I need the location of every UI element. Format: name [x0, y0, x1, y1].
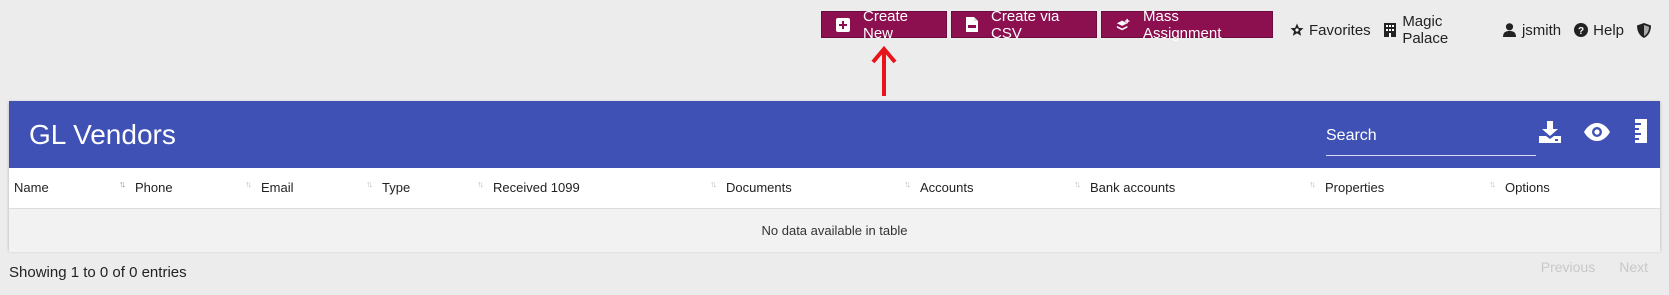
svg-text:?: ? [1578, 26, 1584, 37]
column-ruler-icon[interactable] [1635, 119, 1647, 148]
search-input[interactable] [1326, 121, 1526, 145]
sort-icon: ↑↓ [477, 179, 484, 189]
column-header-name[interactable]: Name ↑↓ [9, 168, 130, 209]
table-header-row: Name ↑↓ Phone ↑↓ Email ↑↓ Type ↑↓ Received 1… [9, 168, 1660, 209]
column-header-received-1099[interactable]: Received 1099 ↑↓ [488, 168, 721, 209]
star-icon [1290, 23, 1304, 37]
favorites-link[interactable]: Favorites [1290, 22, 1371, 39]
sort-icon: ↑↓ [710, 179, 717, 189]
property-label: Magic Palace [1402, 13, 1449, 47]
column-header-phone[interactable]: Phone ↑↓ [130, 168, 256, 209]
column-header-bank-accounts[interactable]: Bank accounts ↑↓ [1085, 168, 1320, 209]
layers-plus-icon [1116, 18, 1130, 32]
search-field [1326, 121, 1536, 156]
column-header-properties[interactable]: Properties ↑↓ [1320, 168, 1500, 209]
csv-file-icon [966, 17, 978, 32]
eye-icon[interactable] [1584, 123, 1610, 146]
favorites-label: Favorites [1309, 21, 1371, 39]
security-menu[interactable] [1637, 23, 1656, 38]
sort-icon: ↑↓ [1074, 179, 1081, 189]
user-menu[interactable]: jsmith [1502, 21, 1562, 39]
download-icon[interactable] [1539, 121, 1561, 148]
column-header-options: Options [1500, 168, 1660, 209]
column-header-documents[interactable]: Documents ↑↓ [721, 168, 915, 209]
action-toolbar: Create New Create via CSV Mass Assignmen… [821, 8, 1277, 42]
column-header-accounts[interactable]: Accounts ↑↓ [915, 168, 1085, 209]
gl-vendors-card: GL Vendors Name↑↓ Phone↑↓ Email↑↓ Type↑↓… [9, 101, 1660, 252]
shield-icon [1637, 23, 1651, 38]
sort-icon: ↑↓ [904, 179, 911, 189]
help-circle-icon: ? [1574, 23, 1589, 37]
next-page-button[interactable]: Next [1619, 259, 1648, 275]
pagination: Previous Next [1517, 259, 1648, 275]
sort-icon: ↑↓ [1309, 179, 1316, 189]
mass-assignment-button[interactable]: Mass Assignment [1101, 8, 1273, 42]
sort-icon: ↑↓ [245, 179, 252, 189]
sort-icon: ↑↓ [366, 179, 373, 189]
mass-assignment-label: Mass Assignment [1143, 7, 1222, 42]
table-row: No data available in table [9, 208, 1660, 252]
table-info: Showing 1 to 0 of 0 entries [9, 264, 187, 281]
building-icon [1383, 23, 1398, 37]
top-navigation: Favorites Magic Palace jsmith ? Help [1290, 13, 1669, 47]
create-via-csv-button[interactable]: Create via CSV [951, 8, 1097, 42]
plus-square-icon [836, 17, 850, 32]
sort-icon: ↑↓ [1489, 179, 1496, 189]
create-via-csv-label: Create via CSV [991, 7, 1060, 42]
column-header-email[interactable]: Email ↑↓ [256, 168, 377, 209]
up-arrow-annotation [871, 46, 897, 96]
help-link[interactable]: ? Help [1574, 22, 1624, 39]
column-header-type[interactable]: Type ↑↓ [377, 168, 488, 209]
card-header: GL Vendors [9, 101, 1660, 168]
user-label: jsmith [1521, 21, 1562, 39]
create-new-label: Create New [863, 7, 909, 42]
help-label: Help [1593, 21, 1624, 39]
vendors-table: Name ↑↓ Phone ↑↓ Email ↑↓ Type ↑↓ Received 1… [9, 168, 1660, 252]
page-title: GL Vendors [29, 119, 176, 150]
property-selector[interactable]: Magic Palace [1383, 13, 1490, 47]
create-new-button[interactable]: Create New [821, 8, 947, 42]
sort-icon: ↑↓ [119, 179, 126, 189]
user-icon [1502, 23, 1517, 37]
previous-page-button[interactable]: Previous [1541, 259, 1595, 275]
empty-table-message: No data available in table [9, 208, 1660, 252]
